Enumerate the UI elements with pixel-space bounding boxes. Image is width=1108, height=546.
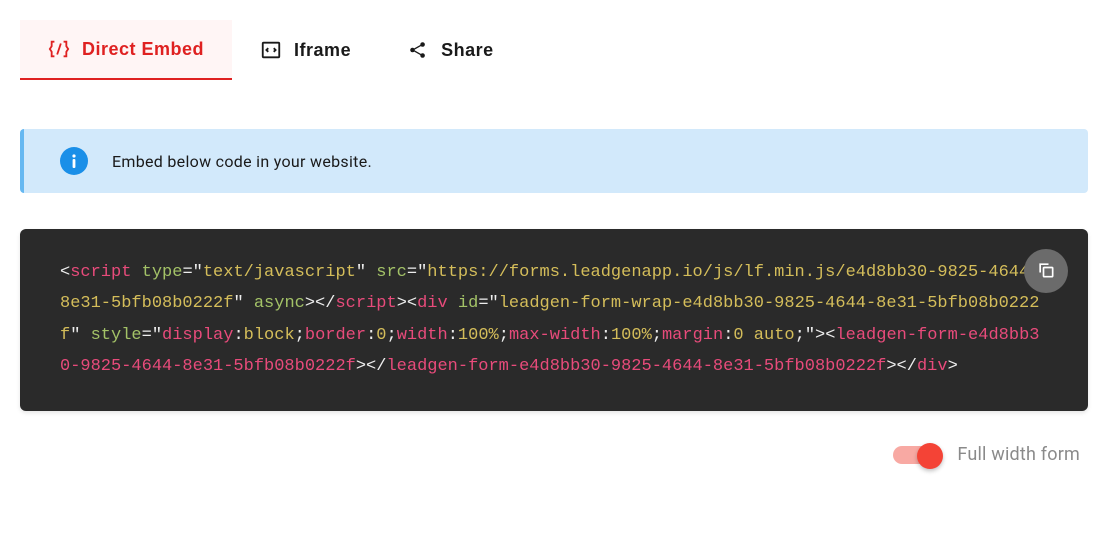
copy-button[interactable] — [1024, 249, 1068, 293]
tabs-bar: Direct Embed Iframe Share — [20, 20, 1088, 81]
tab-direct-embed[interactable]: Direct Embed — [20, 20, 232, 80]
iframe-icon — [260, 39, 282, 61]
toggle-knob — [917, 443, 943, 469]
full-width-toggle[interactable] — [893, 443, 943, 467]
code-brackets-icon — [48, 38, 70, 60]
info-text: Embed below code in your website. — [112, 152, 372, 171]
tab-label: Share — [441, 40, 494, 61]
info-icon — [60, 147, 88, 175]
share-icon — [407, 39, 429, 61]
copy-icon — [1036, 260, 1056, 283]
tab-share[interactable]: Share — [379, 20, 522, 80]
tab-label: Iframe — [294, 40, 351, 61]
toggle-label: Full width form — [957, 444, 1080, 465]
code-block-container: <script type="text/javascript" src="http… — [20, 229, 1088, 411]
full-width-toggle-row: Full width form — [20, 443, 1088, 467]
info-banner: Embed below code in your website. — [20, 129, 1088, 193]
tab-label: Direct Embed — [82, 39, 204, 60]
embed-code-snippet[interactable]: <script type="text/javascript" src="http… — [60, 257, 1048, 383]
tab-iframe[interactable]: Iframe — [232, 20, 379, 80]
